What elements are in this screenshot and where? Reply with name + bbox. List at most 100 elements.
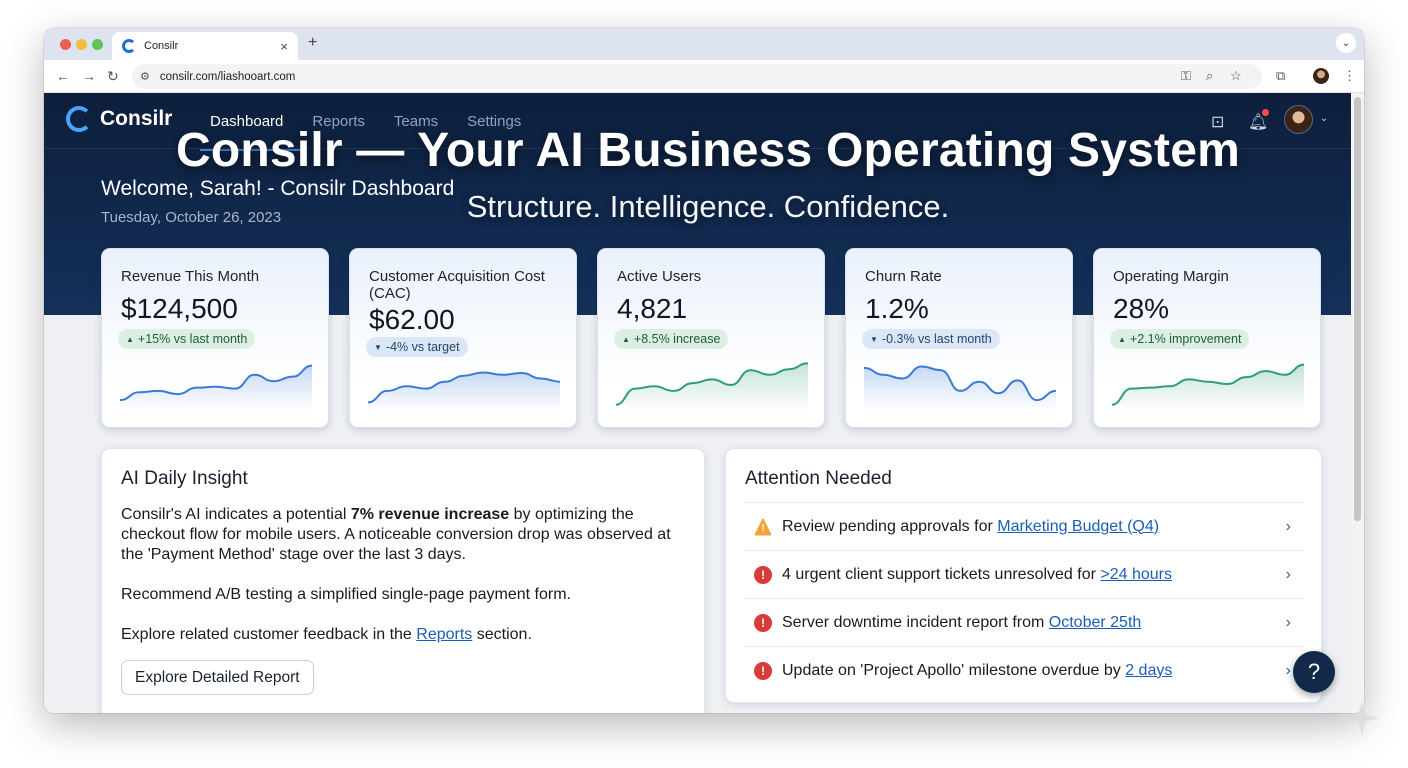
kpi-value: 28%	[1113, 293, 1170, 324]
attention-text: 4 urgent client support tickets unresolv…	[782, 566, 1286, 584]
attention-link[interactable]: 2 days	[1125, 662, 1172, 679]
kpi-delta-badge: ▼ -0.3% vs last month	[862, 329, 1000, 349]
reports-link[interactable]: Reports	[416, 626, 472, 643]
attention-text: Server downtime incident report from Oct…	[782, 614, 1286, 632]
sparkline-active-users	[616, 362, 808, 411]
password-key-icon[interactable]: ⚿	[1181, 68, 1191, 84]
browser-tab[interactable]: Consilr ×	[112, 32, 298, 60]
sparkline-area	[120, 365, 312, 411]
minimize-window-button[interactable]	[76, 39, 87, 50]
trend-down-icon: ▼	[374, 342, 382, 352]
attention-text: Update on 'Project Apollo' milestone ove…	[782, 662, 1286, 680]
panel-title: Attention Needed	[745, 468, 892, 489]
error-icon: !	[754, 661, 772, 680]
trend-up-icon: ▲	[622, 334, 630, 344]
attention-item[interactable]: ! Server downtime incident report from O…	[745, 598, 1303, 646]
chevron-right-icon[interactable]: ›	[1286, 518, 1291, 536]
trend-up-icon: ▲	[126, 334, 134, 344]
kpi-value: 1.2%	[865, 293, 929, 324]
site-settings-icon[interactable]: ⚙	[140, 70, 150, 83]
chevron-right-icon[interactable]: ›	[1286, 662, 1291, 680]
insight-text: Explore related customer feedback in the	[121, 626, 417, 643]
insight-text: Consilr's AI indicates a potential	[121, 506, 351, 523]
chevron-right-icon[interactable]: ›	[1286, 614, 1291, 632]
tab-strip: Consilr × + ⌄	[44, 28, 1364, 60]
attention-link[interactable]: >24 hours	[1100, 566, 1172, 583]
profile-avatar[interactable]	[1313, 68, 1329, 84]
kpi-value: $124,500	[121, 293, 238, 324]
kpi-card-active-users[interactable]: Active Users 4,821 ▲ +8.5% increase	[597, 248, 825, 428]
ai-insight-panel: AI Daily Insight Consilr's AI indicates …	[101, 448, 705, 713]
scrollbar-thumb[interactable]	[1354, 97, 1361, 521]
tab-title: Consilr	[144, 40, 179, 52]
back-icon[interactable]: ←	[56, 68, 70, 84]
sparkline-cac	[368, 371, 560, 411]
kpi-delta-badge: ▲ +8.5% increase	[614, 329, 729, 349]
explore-detailed-report-button[interactable]: Explore Detailed Report	[121, 660, 314, 695]
consilr-favicon-icon	[122, 39, 136, 53]
dashboard-page: Consilr Dashboard Reports Teams Settings…	[44, 93, 1351, 713]
kpi-label: Operating Margin	[1113, 268, 1229, 285]
kpi-card-operating-margin[interactable]: Operating Margin 28% ▲ +2.1% improvement	[1093, 248, 1321, 428]
kpi-delta-badge: ▲ +15% vs last month	[118, 329, 256, 349]
attention-link[interactable]: Marketing Budget (Q4)	[997, 518, 1159, 535]
attention-item[interactable]: ! 4 urgent client support tickets unreso…	[745, 550, 1303, 598]
kpi-value: $62.00	[369, 304, 455, 335]
kpi-label: Active Users	[617, 268, 702, 285]
attention-text: Review pending approvals for Marketing B…	[782, 518, 1286, 536]
browser-window: Consilr × + ⌄ ← → ↻ ⚙ consilr.com/liasho…	[44, 28, 1364, 713]
bookmark-star-icon[interactable]: ☆	[1230, 68, 1242, 84]
new-tab-button[interactable]: +	[308, 34, 317, 52]
kpi-delta: +15% vs last month	[137, 332, 248, 346]
kpi-delta: +2.1% improvement	[1129, 332, 1242, 346]
notification-dot	[1262, 109, 1269, 116]
help-button[interactable]: ?	[1293, 651, 1335, 693]
overlay-title: Consilr — Your AI Business Operating Sys…	[176, 124, 1240, 177]
menu-icon[interactable]: ⋮	[1343, 68, 1356, 84]
kpi-label: Churn Rate	[865, 268, 942, 285]
sparkline-revenue	[120, 364, 312, 411]
kpi-delta: +8.5% increase	[633, 332, 721, 346]
insight-paragraph: Consilr's AI indicates a potential 7% re…	[121, 505, 691, 565]
kpi-label: Revenue This Month	[121, 268, 260, 285]
sparkline-operating-margin	[1112, 363, 1304, 411]
sparkline-area	[368, 372, 560, 411]
trend-up-icon: ▲	[1118, 334, 1126, 344]
attention-link[interactable]: October 25th	[1049, 614, 1142, 631]
kpi-card-revenue[interactable]: Revenue This Month $124,500 ▲ +15% vs las…	[101, 248, 329, 428]
attention-label: Review pending approvals for	[782, 517, 998, 535]
kpi-delta: -4% vs target	[385, 340, 460, 354]
overlay-subtitle: Structure. Intelligence. Confidence.	[466, 189, 950, 224]
panel-title: AI Daily Insight	[121, 468, 248, 489]
kpi-value: 4,821	[617, 293, 688, 324]
browser-toolbar: ← → ↻ ⚙ consilr.com/liashooart.com ⚿ ⌕ ☆…	[44, 60, 1364, 93]
close-window-button[interactable]	[60, 39, 71, 50]
page-scrollbar[interactable]	[1351, 93, 1364, 713]
url-text[interactable]: consilr.com/liashooart.com	[160, 71, 296, 83]
error-icon: !	[754, 565, 772, 584]
maximize-window-button[interactable]	[92, 39, 103, 50]
kpi-card-churn[interactable]: Churn Rate 1.2% ▼ -0.3% vs last month	[845, 248, 1073, 428]
address-bar[interactable]: ⚙ consilr.com/liashooart.com	[132, 64, 1262, 89]
kpi-delta-badge: ▼ -4% vs target	[366, 337, 468, 357]
sparkline-churn	[864, 365, 1056, 411]
insight-text: section.	[472, 626, 532, 643]
insight-body: Consilr's AI indicates a potential 7% re…	[121, 505, 691, 665]
insight-paragraph: Explore related customer feedback in the…	[121, 625, 691, 645]
attention-item[interactable]: ! Review pending approvals for Marketing…	[745, 502, 1303, 550]
reload-icon[interactable]: ↻	[107, 68, 119, 85]
attention-panel: Attention Needed ! Review pending approv…	[725, 448, 1322, 703]
tab-search-button[interactable]: ⌄	[1336, 33, 1356, 53]
extensions-icon[interactable]: ⧉	[1276, 68, 1285, 84]
tab-close-icon[interactable]: ×	[280, 39, 288, 54]
zoom-icon[interactable]: ⌕	[1206, 68, 1213, 84]
kpi-card-cac[interactable]: Customer Acquisition Cost (CAC) $62.00 ▼…	[349, 248, 577, 428]
attention-list: ! Review pending approvals for Marketing…	[745, 502, 1303, 694]
attention-label: Server downtime incident report from	[782, 613, 1049, 631]
attention-item[interactable]: ! Update on 'Project Apollo' milestone o…	[745, 646, 1303, 694]
forward-icon[interactable]: →	[82, 68, 96, 84]
attention-label: 4 urgent client support tickets unresolv…	[782, 565, 1101, 583]
chevron-right-icon[interactable]: ›	[1286, 566, 1291, 584]
trend-down-icon: ▼	[870, 334, 878, 344]
kpi-label: Customer Acquisition Cost (CAC)	[369, 268, 545, 302]
